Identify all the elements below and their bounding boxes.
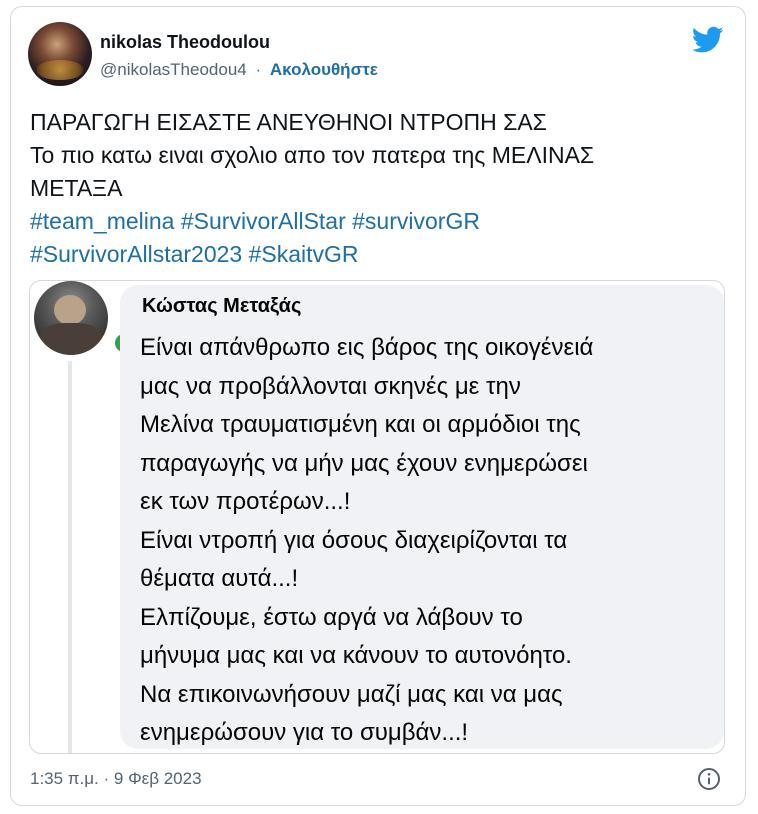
- tweet-text: ΠΑΡΑΓΩΓΗ ΕΙΣΑΣΤΕ ΑΝΕΥΘΗΝΟΙ ΝΤΡΟΠΗ ΣΑΣ Το…: [30, 106, 720, 271]
- comment-line: θέματα αυτά...!: [140, 565, 299, 592]
- author-handle-row: @nikolasTheodou4 · Ακολουθήστε: [100, 60, 378, 80]
- commenter-avatar: [34, 281, 108, 355]
- comment-line: μας να προβάλλονται σκηνές με την: [140, 372, 521, 400]
- comment-line: Ελπίζουμε, έστω αργά να λάβουν το: [140, 603, 523, 631]
- hashtag-link[interactable]: #SurvivorAllStar: [181, 208, 346, 234]
- comment-text: Είναι απάνθρωπο εις βάρος της οικογένειά…: [140, 329, 720, 753]
- hashtag-line: #team_melina #SurvivorAllStar #survivorG…: [30, 205, 720, 238]
- tweet-line: ΜΕΤΑΞΑ: [30, 175, 123, 201]
- comment-bubble: Κώστας Μεταξάς Είναι απάνθρωπο εις βάρος…: [120, 285, 724, 749]
- hashtag-link[interactable]: #team_melina: [30, 208, 174, 234]
- comment-line: εκ των προτέρων...!: [140, 488, 351, 515]
- commenter-name: Κώστας Μεταξάς: [142, 295, 302, 317]
- attached-image[interactable]: Κώστας Μεταξάς Είναι απάνθρωπο εις βάρος…: [29, 280, 725, 754]
- follow-button[interactable]: Ακολουθήστε: [270, 60, 378, 79]
- author-display-name[interactable]: nikolas Theodoulou: [100, 32, 270, 53]
- hashtag-link[interactable]: #survivorGR: [352, 208, 480, 234]
- tweet-line: ΠΑΡΑΓΩΓΗ ΕΙΣΑΣΤΕ ΑΝΕΥΘΗΝΟΙ ΝΤΡΟΠΗ ΣΑΣ: [30, 109, 547, 135]
- comment-line: Είναι απάνθρωπο εις βάρος της οικογένειά: [140, 334, 594, 361]
- separator-dot: ·: [255, 60, 262, 79]
- info-icon[interactable]: [697, 767, 721, 791]
- comment-line: παραγωγής να μήν μας έχουν ενημερώσει: [140, 449, 588, 477]
- author-handle[interactable]: @nikolasTheodou4: [100, 60, 247, 79]
- tweet-line: Το πιο κατω ειναι σχολιο απο τον πατερα …: [30, 142, 595, 168]
- hashtag-link[interactable]: #SurvivorAllstar2023: [30, 241, 242, 267]
- comment-line: ενημερώσουν για το συμβάν...!: [140, 719, 469, 746]
- hashtag-line: #SurvivorAllstar2023 #SkaitvGR: [30, 238, 720, 271]
- comment-line: Μελίνα τραυματισμένη και οι αρμόδιοι της: [140, 411, 581, 438]
- hashtag-link[interactable]: #SkaitvGR: [249, 241, 359, 267]
- twitter-bird-icon[interactable]: [692, 26, 724, 54]
- thread-line: [68, 361, 72, 753]
- tweet-timestamp[interactable]: 1:35 π.μ. · 9 Φεβ 2023: [30, 769, 202, 789]
- comment-line: Να επικοινωνήσουν μαζί μας και να μας: [140, 680, 563, 708]
- comment-line: Είναι ντροπή για όσους διαχειρίζονται τα: [140, 526, 568, 554]
- comment-line: μήνυμα μας και να κάνουν το αυτονόητο.: [140, 642, 572, 669]
- author-avatar[interactable]: [28, 22, 92, 86]
